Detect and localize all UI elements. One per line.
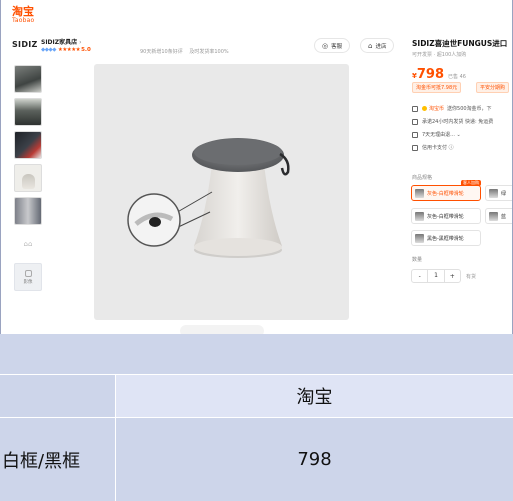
comparison-table: 淘宝 白框/黑框 798 <box>0 334 513 501</box>
store-name: SIDIZ家具店 <box>41 39 78 46</box>
return-icon <box>412 131 418 138</box>
video-thumbnail[interactable]: 影像 <box>14 263 42 291</box>
spec-option[interactable]: 蓝 <box>485 208 513 224</box>
thumbnail[interactable] <box>14 65 42 93</box>
headset-icon: ◎ <box>322 41 329 50</box>
option-swatch <box>489 211 498 221</box>
main-product-image[interactable] <box>94 64 349 320</box>
product-subtitle: 可开发票 · 超100人加购 <box>412 52 467 58</box>
table-divider <box>0 417 513 418</box>
store-logo[interactable]: SIDIZ <box>12 40 38 49</box>
quantity-stepper: - 1 + <box>411 269 461 283</box>
info-row-shipping: 承诺24小时内发货 快递: 免运费 <box>412 118 493 125</box>
table-row-value: 798 <box>116 418 513 501</box>
thumbnail[interactable] <box>14 164 42 192</box>
thumbnail-strip: ⌂⌂ 影像 <box>14 65 42 296</box>
info-text: 送你500淘金币，下 <box>447 106 492 112</box>
table-divider <box>115 374 116 501</box>
logo-cn: 淘宝 <box>12 5 34 18</box>
store-stats: 90天新增10条好评 及时发货率100% <box>140 48 234 55</box>
diamond-rank-icon: ◆◆◆◆ <box>41 47 56 53</box>
option-swatch <box>489 188 498 198</box>
option-tag: 客人加购 <box>461 180 481 186</box>
store-score: 5.0 <box>81 47 91 53</box>
info-text: 信用卡支付 ⓘ <box>422 145 454 151</box>
store-bar: SIDIZ SIDIZ家具店 › ◆◆◆◆ ★★★★★5.0 90天新增10条好评 … <box>12 36 397 58</box>
thumbnail[interactable] <box>14 131 42 159</box>
stock-status: 有货 <box>466 274 477 280</box>
coupon-badge[interactable]: 淘金币可抵7.98元 <box>412 82 462 93</box>
info-text: 7天无理由退... ⌄ <box>422 132 461 138</box>
option-label: 绿 <box>501 190 507 197</box>
info-row-credit: 信用卡支付 ⓘ <box>412 144 454 151</box>
stool-illustration <box>127 138 290 258</box>
sold-count: 已售 46 <box>448 74 466 80</box>
service-label: 客服 <box>331 43 343 50</box>
store-label: 进店 <box>375 43 387 50</box>
card-icon <box>412 144 418 151</box>
store-name-link[interactable]: SIDIZ家具店 › <box>41 37 82 46</box>
price: ¥798 已售 46 <box>412 63 466 82</box>
table-divider <box>0 374 513 375</box>
info-text: 承诺24小时内发货 快递: 免运费 <box>422 119 494 125</box>
taobao-logo[interactable]: 淘宝 Taobao <box>12 6 34 24</box>
option-label: 黑色-黑框带滑轮 <box>427 235 464 242</box>
thumbnail[interactable] <box>14 98 42 126</box>
product-page-screenshot: 淘宝 Taobao SIDIZ SIDIZ家具店 › ◆◆◆◆ ★★★★★5.0 9… <box>0 0 513 334</box>
video-label: 影像 <box>23 279 33 285</box>
store-rating: ◆◆◆◆ ★★★★★5.0 <box>41 47 91 53</box>
option-swatch <box>415 188 424 198</box>
coin-icon <box>422 106 427 111</box>
qty-plus-button[interactable]: + <box>445 273 460 280</box>
store-stat: 90天新增10条好评 <box>140 49 183 55</box>
video-icon <box>24 269 32 277</box>
price-value: 798 <box>416 67 445 82</box>
info-row-return[interactable]: 7天无理由退... ⌄ <box>412 131 461 138</box>
chevron-right-icon: › <box>79 39 82 46</box>
store-stat: 及时发货率100% <box>189 49 229 55</box>
spec-option[interactable]: 黑色-黑框带滑轮 <box>411 230 481 246</box>
enter-store-button[interactable]: ⌂ 进店 <box>360 38 395 53</box>
spec-option[interactable]: 灰色-白框带滑轮 客人加购 <box>411 180 481 201</box>
logo-en: Taobao <box>12 17 35 24</box>
image-tab-bar[interactable] <box>180 325 264 334</box>
customer-service-button[interactable]: ◎ 客服 <box>314 38 351 53</box>
table-header-platform: 淘宝 <box>116 374 513 417</box>
table-row-label: 白框/黑框 <box>0 418 115 501</box>
option-label: 灰色-白框带滑轮 <box>427 213 464 220</box>
table-header-empty <box>0 374 115 417</box>
qty-minus-button[interactable]: - <box>412 273 427 280</box>
star-rating-icon: ★★★★★ <box>57 47 81 53</box>
thumbnail[interactable] <box>14 197 42 225</box>
option-swatch <box>415 211 424 221</box>
qty-input[interactable]: 1 <box>427 270 445 282</box>
coin-brand: 淘宝币 <box>429 106 445 112</box>
table-top-band <box>0 334 513 374</box>
option-label: 灰色-白框带滑轮 <box>427 190 464 197</box>
guarantee-icon <box>412 118 418 125</box>
delivery-icon <box>412 105 418 112</box>
store-icon: ⌂ <box>368 41 373 50</box>
option-label: 蓝 <box>501 213 507 220</box>
3d-view-icon[interactable]: ⌂⌂ <box>14 230 42 258</box>
spec-option[interactable]: 灰色-白框带滑轮 <box>411 208 481 224</box>
quantity-label: 数量 <box>412 257 423 263</box>
option-swatch <box>415 233 424 243</box>
product-title: SIDIZ喜迪世FUNGUS进口 <box>412 39 508 48</box>
spec-option[interactable]: 绿 <box>485 185 513 201</box>
installment-badge[interactable]: 平安分期购 <box>476 82 510 93</box>
spec-label: 商品规格 <box>412 175 433 181</box>
info-row-coins: 淘宝币 送你500淘金币，下 <box>412 105 492 112</box>
